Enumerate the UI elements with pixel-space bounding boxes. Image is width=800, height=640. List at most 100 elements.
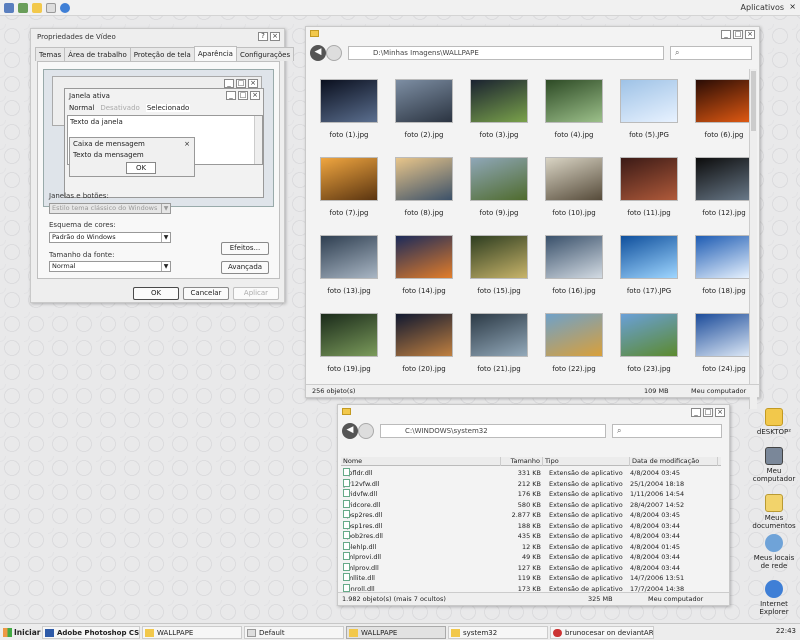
network-places-icon[interactable]: Meus locais de rede (749, 534, 799, 570)
apply-button[interactable]: Aplicar (233, 287, 279, 300)
thumbnail-image[interactable] (695, 157, 752, 201)
thumbnail-image[interactable] (620, 235, 678, 279)
thumbnail-caption[interactable]: foto (21).jpg (462, 365, 536, 373)
thumbnail-image[interactable] (620, 79, 678, 123)
home-icon[interactable] (18, 2, 28, 13)
thumbnail-caption[interactable]: foto (6).jpg (687, 131, 752, 139)
address-bar[interactable]: D:\Minhas Imagens\WALLPAPE (348, 46, 664, 60)
close-button[interactable]: × (715, 408, 725, 417)
close-button[interactable]: × (270, 32, 280, 41)
thumbnail-caption[interactable]: foto (4).jpg (537, 131, 611, 139)
thumbnail-caption[interactable]: foto (17).JPG (612, 287, 686, 295)
thumbnail-image[interactable] (470, 235, 528, 279)
tab-area-de-trabalho[interactable]: Área de trabalho (64, 47, 131, 61)
thumbnail-image[interactable] (695, 235, 752, 279)
close-icon[interactable]: × (789, 2, 796, 11)
task-default[interactable]: Default (244, 626, 344, 639)
thumbnail-caption[interactable]: foto (24).jpg (687, 365, 752, 373)
thumbnail-image[interactable] (395, 157, 453, 201)
task-system32[interactable]: system32 (448, 626, 548, 639)
thumbnail-image[interactable] (320, 313, 378, 357)
advanced-button[interactable]: Avançada (221, 261, 269, 274)
task-deviantart[interactable]: brunocesar on deviantAR... (550, 626, 654, 639)
thumbnail-image[interactable] (320, 235, 378, 279)
thumbnail-image[interactable] (695, 79, 752, 123)
thumbnail-caption[interactable]: foto (15).jpg (462, 287, 536, 295)
thumbnail-image[interactable] (620, 157, 678, 201)
thumbnail-caption[interactable]: foto (20).jpg (387, 365, 461, 373)
thumbnail-image[interactable] (545, 157, 603, 201)
maximize-button[interactable]: □ (703, 408, 713, 417)
start-button[interactable]: Iniciar (2, 626, 40, 639)
thumbnail-image[interactable] (470, 157, 528, 201)
font-size-select[interactable]: Normal ▼ (49, 261, 171, 272)
tab-temas[interactable]: Temas (35, 47, 66, 61)
thumbnail-caption[interactable]: foto (22).jpg (537, 365, 611, 373)
address-bar[interactable]: C:\WINDOWS\system32 (380, 424, 606, 438)
thumbnail-image[interactable] (395, 313, 453, 357)
table-row[interactable]: xolehlp.dll 12 KB Extensão de aplicativo 4/… (341, 541, 721, 553)
thumbnail-caption[interactable]: foto (16).jpg (537, 287, 611, 295)
thumbnail-image[interactable] (320, 157, 378, 201)
table-row[interactable]: xpob2res.dll 435 KB Extensão de aplicativo… (341, 531, 721, 542)
table-row[interactable]: zipfldr.dll 331 KB Extensão de aplicativo 4… (341, 468, 721, 479)
search-input[interactable]: ⌕ (612, 424, 722, 438)
tab-configuracoes[interactable]: Configurações (235, 47, 295, 61)
vertical-scrollbar[interactable] (749, 69, 757, 409)
table-row[interactable]: xmlprov.dll 127 KB Extensão de aplicativo 4… (341, 562, 721, 574)
thumbnail-caption[interactable]: foto (23).jpg (612, 365, 686, 373)
thumbnail-caption[interactable]: foto (1).jpg (312, 131, 386, 139)
apps-menu[interactable]: Aplicativos (741, 3, 784, 12)
tab-aparencia[interactable]: Aparência (193, 46, 237, 61)
back-button[interactable]: ◀ (342, 423, 358, 439)
thumbnail-caption[interactable]: foto (14).jpg (387, 287, 461, 295)
thumbnail-caption[interactable]: foto (7).jpg (312, 209, 386, 217)
thumbnail-image[interactable] (545, 79, 603, 123)
table-row[interactable]: xpsp1res.dll 188 KB Extensão de aplicativo… (341, 520, 721, 532)
table-row[interactable]: xpsp2res.dll 2.877 KB Extensão de aplicati… (341, 510, 721, 521)
task-wallpape-1[interactable]: WALLPAPE (142, 626, 242, 639)
thumbnail-caption[interactable]: foto (3).jpg (462, 131, 536, 139)
help-button[interactable]: ? (258, 32, 268, 41)
close-button[interactable]: × (745, 30, 755, 39)
thumbnail-caption[interactable]: foto (8).jpg (387, 209, 461, 217)
thumbnail-caption[interactable]: foto (9).jpg (462, 209, 536, 217)
table-row[interactable]: xvidcore.dll 580 KB Extensão de aplicativo… (341, 499, 721, 511)
desktop-folder-icon[interactable]: dESKTOP² (749, 408, 799, 436)
column-name[interactable]: Nome (341, 457, 501, 466)
thumbnail-caption[interactable]: foto (12).jpg (687, 209, 752, 217)
column-type[interactable]: Tipo (543, 457, 630, 466)
table-row[interactable]: yv12vfw.dll 212 KB Extensão de aplicativo 2… (341, 478, 721, 490)
task-wallpape-2[interactable]: WALLPAPE (346, 626, 446, 639)
back-button[interactable]: ◀ (310, 45, 326, 61)
color-scheme-select[interactable]: Padrão do Windows ▼ (49, 232, 171, 243)
table-row[interactable]: xmllite.dll 119 KB Extensão de aplicativo 1… (341, 573, 721, 584)
minimize-button[interactable]: _ (721, 30, 731, 39)
desktop-icon-small[interactable] (4, 2, 14, 13)
column-size[interactable]: Tamanho (501, 457, 543, 466)
forward-button[interactable] (358, 423, 374, 439)
thumbnail-image[interactable] (470, 313, 528, 357)
thumbnail-image[interactable] (695, 313, 752, 357)
thumbnail-caption[interactable]: foto (2).jpg (387, 131, 461, 139)
thumbnail-image[interactable] (545, 313, 603, 357)
folder-icon[interactable] (32, 2, 42, 13)
thumbnail-caption[interactable]: foto (13).jpg (312, 287, 386, 295)
thumbnail-image[interactable] (395, 79, 453, 123)
ie-icon[interactable] (60, 2, 70, 13)
thumbnail-image[interactable] (320, 79, 378, 123)
task-photoshop[interactable]: Adobe Photoshop CS3... (42, 626, 140, 639)
column-date[interactable]: Data de modificação (630, 457, 718, 466)
search-input[interactable]: ⌕ (670, 46, 752, 60)
cancel-button[interactable]: Cancelar (183, 287, 229, 300)
effects-button[interactable]: Efeitos... (221, 242, 269, 255)
minimize-button[interactable]: _ (691, 408, 701, 417)
thumbnail-caption[interactable]: foto (11).jpg (612, 209, 686, 217)
forward-button[interactable] (326, 45, 342, 61)
thumbnail-image[interactable] (620, 313, 678, 357)
table-row[interactable]: xvidvfw.dll 176 KB Extensão de aplicativo 1… (341, 489, 721, 500)
thumbnail-caption[interactable]: foto (10).jpg (537, 209, 611, 217)
thumbnail-image[interactable] (395, 235, 453, 279)
maximize-button[interactable]: □ (733, 30, 743, 39)
my-documents-icon[interactable]: Meus documentos (749, 494, 799, 530)
